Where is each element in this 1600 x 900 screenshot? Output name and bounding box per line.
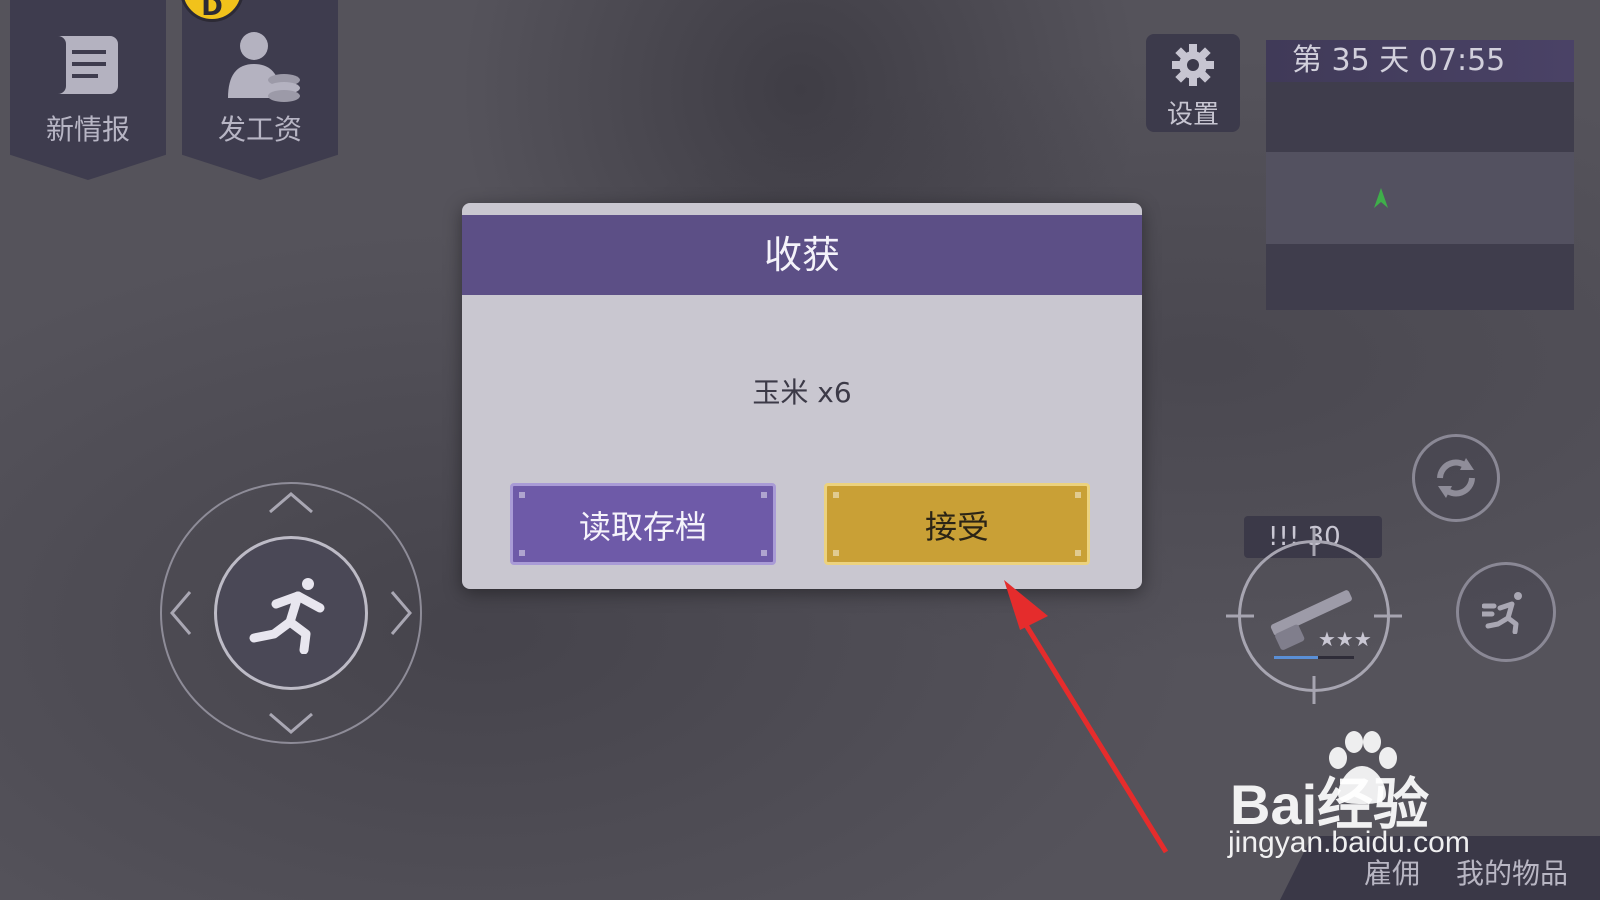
watermark-url: jingyan.baidu.com xyxy=(1228,826,1470,859)
